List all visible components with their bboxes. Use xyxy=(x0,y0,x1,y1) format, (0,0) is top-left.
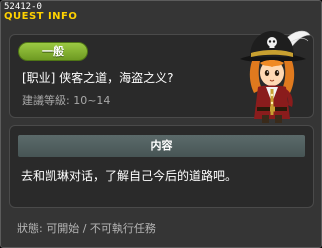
status-label: 狀態: xyxy=(17,222,43,235)
quest-summary-panel: 一般 [职业] 侠客之道，海盗之义? 建議等級: 10~14 xyxy=(9,30,314,123)
recommended-level: 建議等級: 10~14 xyxy=(22,92,110,108)
pirate-npc-portrait xyxy=(240,30,311,123)
status-value: 可開始 / 不可執行任務 xyxy=(46,222,156,235)
quest-category-badge: 一般 xyxy=(18,42,88,61)
quest-content-panel: 内容 去和凯琳对话，了解自己今后的道路吧。 xyxy=(9,125,314,208)
quest-status: 狀態: 可開始 / 不可執行任務 xyxy=(17,220,156,236)
quest-info-window: 52412-0 QUEST INFO 一般 [职业] 侠客之道，海盗之义? 建議… xyxy=(0,0,322,248)
level-label: 建議等級: xyxy=(22,94,70,107)
window-title: QUEST INFO xyxy=(4,11,78,22)
level-range: 10~14 xyxy=(73,94,111,107)
content-header: 内容 xyxy=(18,135,305,157)
quest-name: [职业] 侠客之道，海盗之义? xyxy=(22,71,174,85)
quest-description: 去和凯琳对话，了解自己今后的道路吧。 xyxy=(21,169,238,183)
